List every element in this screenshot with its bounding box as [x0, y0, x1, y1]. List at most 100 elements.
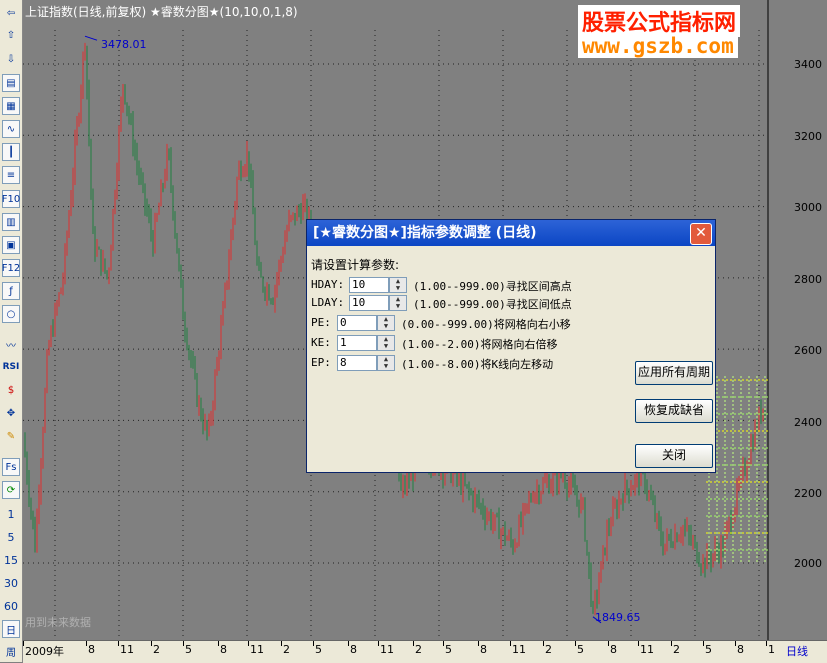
rsi-button[interactable]: RSI [2, 358, 20, 376]
report-icon[interactable]: ▤ [2, 74, 20, 92]
x-tick: 2 [673, 643, 680, 656]
param-label: LDAY: [311, 296, 345, 309]
x-tick: 2 [415, 643, 422, 656]
chart-title: 上证指数(日线,前复权) ★睿数分图★(10,10,0,1,8) [25, 3, 298, 20]
ep-input[interactable]: 8 [337, 355, 377, 371]
arrow-up-icon[interactable]: ⇧ [2, 26, 20, 44]
news-icon[interactable]: ▥ [2, 213, 20, 231]
period-1-button[interactable]: 1 [0, 505, 22, 523]
watermark-title: 股票公式指标网 [578, 5, 741, 37]
x-tick-mark [443, 641, 444, 646]
param-row-ep: EP: 8 ▲ ▼ (1.00--8.00)将K线向左移动 [311, 355, 631, 371]
ke-input[interactable]: 1 [337, 335, 377, 351]
period-5-button[interactable]: 5 [0, 528, 22, 546]
indicator-title: ★睿数分图★(10,10,0,1,8) [150, 5, 298, 19]
x-tick: 5 [315, 643, 322, 656]
x-tick-mark [543, 641, 544, 646]
x-tick: 8 [88, 643, 95, 656]
x-tick: 5 [185, 643, 192, 656]
watermark-url: www.gszb.com [578, 34, 738, 58]
hday-spinner[interactable]: ▲ ▼ [389, 277, 407, 293]
param-label: KE: [311, 336, 331, 349]
left-toolbar: ⇦ ⇧ ⇩ ▤ ▦ ∿ ┃ ≡ F10 ▥ ▣ F12 ƒ ○ 〰 RSI $ … [0, 0, 23, 662]
x-tick: 5 [445, 643, 452, 656]
line-chart-icon[interactable]: ∿ [2, 120, 20, 138]
dialog-title[interactable]: [★睿数分图★]指标参数调整 (日线) [307, 220, 715, 246]
period-label[interactable]: 日线 [786, 643, 808, 659]
y-tick: 2200 [794, 487, 822, 500]
wave-icon[interactable]: 〰 [2, 335, 20, 353]
circle-icon[interactable]: ○ [2, 305, 20, 323]
future-data-note: 用到未来数据 [25, 616, 91, 629]
x-tick: 2 [283, 643, 290, 656]
x-tick: 11 [380, 643, 394, 656]
move-icon[interactable]: ✥ [2, 404, 20, 422]
arrow-left-icon[interactable]: ⇦ [2, 4, 20, 22]
pe-spinner[interactable]: ▲ ▼ [377, 315, 395, 331]
x-tick-mark [86, 641, 87, 646]
pe-input[interactable]: 0 [337, 315, 377, 331]
x-tick: 8 [480, 643, 487, 656]
param-desc: (1.00--999.00)寻找区间低点 [413, 298, 572, 311]
x-tick-mark [413, 641, 414, 646]
x-tick: 1 [768, 643, 775, 656]
f12-button[interactable]: F12 [2, 259, 20, 277]
param-desc: (1.00--999.00)寻找区间高点 [413, 280, 572, 293]
low-price-label: 1849.65 [595, 611, 641, 624]
lday-spinner[interactable]: ▲ ▼ [389, 295, 407, 311]
f10-button[interactable]: F10 [2, 190, 20, 208]
table-icon[interactable]: ≡ [2, 166, 20, 184]
day-button[interactable]: 日 [2, 620, 20, 638]
lday-input[interactable]: 10 [349, 295, 389, 311]
peak-price-label: 3478.01 [101, 38, 147, 51]
close-button[interactable]: 关闭 [635, 444, 713, 468]
x-tick-mark [281, 641, 282, 646]
x-tick-mark [671, 641, 672, 646]
function-icon[interactable]: ƒ [2, 282, 20, 300]
book-icon[interactable]: ▣ [2, 236, 20, 254]
x-tick-mark [478, 641, 479, 646]
x-tick-mark [23, 641, 24, 646]
x-tick-mark [313, 641, 314, 646]
x-tick: 5 [577, 643, 584, 656]
x-tick: 11 [120, 643, 134, 656]
grid-icon[interactable]: ▦ [2, 97, 20, 115]
param-label: EP: [311, 356, 331, 369]
param-desc: (1.00--2.00)将网格向右倍移 [401, 338, 558, 351]
x-tick: 11 [640, 643, 654, 656]
param-desc: (0.00--999.00)将网格向右小移 [401, 318, 571, 331]
ep-spinner[interactable]: ▲ ▼ [377, 355, 395, 371]
x-tick-mark [766, 641, 767, 646]
close-icon[interactable]: ✕ [690, 223, 712, 245]
refresh-icon[interactable]: ⟳ [2, 481, 20, 499]
x-tick-mark [575, 641, 576, 646]
apply-all-periods-button[interactable]: 应用所有周期 [635, 361, 713, 385]
param-desc: (1.00--8.00)将K线向左移动 [401, 358, 554, 371]
peak-marker [84, 35, 98, 41]
dialog-prompt: 请设置计算参数: [311, 258, 400, 272]
x-tick: 8 [610, 643, 617, 656]
pencil-icon[interactable]: ✎ [2, 427, 20, 445]
period-30-button[interactable]: 30 [0, 574, 22, 592]
arrow-down-icon[interactable]: ⇩ [2, 50, 20, 68]
x-tick-mark [638, 641, 639, 646]
param-row-hday: HDAY: 10 ▲ ▼ (1.00--999.00)寻找区间高点 [311, 277, 631, 293]
x-tick-mark [151, 641, 152, 646]
parameter-dialog: [★睿数分图★]指标参数调整 (日线) ✕ 请设置计算参数: HDAY: 10 … [306, 219, 716, 473]
restore-default-button[interactable]: 恢复成缺省 [635, 399, 713, 423]
y-tick: 3400 [794, 58, 822, 71]
hday-input[interactable]: 10 [349, 277, 389, 293]
param-label: HDAY: [311, 278, 345, 291]
period-15-button[interactable]: 15 [0, 551, 22, 569]
x-tick: 8 [220, 643, 227, 656]
candle-chart-icon[interactable]: ┃ [2, 143, 20, 161]
x-tick: 2 [545, 643, 552, 656]
param-row-ke: KE: 1 ▲ ▼ (1.00--2.00)将网格向右倍移 [311, 335, 631, 351]
week-button[interactable]: 周 [2, 642, 20, 660]
dollar-icon[interactable]: $ [2, 381, 20, 399]
x-tick-mark [608, 641, 609, 646]
fs-button[interactable]: Fs [2, 458, 20, 476]
param-row-pe: PE: 0 ▲ ▼ (0.00--999.00)将网格向右小移 [311, 315, 631, 331]
ke-spinner[interactable]: ▲ ▼ [377, 335, 395, 351]
period-60-button[interactable]: 60 [0, 597, 22, 615]
